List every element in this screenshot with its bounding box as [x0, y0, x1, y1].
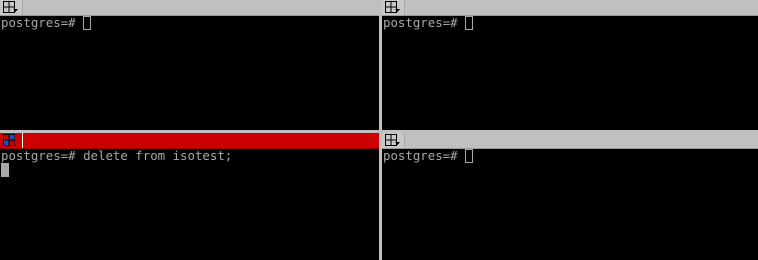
shell-prompt: postgres=#: [383, 148, 466, 163]
pane-menu-icon: [385, 1, 400, 13]
terminal-line: postgres=# delete from isotest;: [1, 149, 379, 163]
shell-prompt: postgres=#: [1, 148, 84, 163]
terminal-output[interactable]: postgres=#: [382, 16, 758, 30]
terminal-pane-top-left[interactable]: postgres=#: [0, 0, 379, 130]
pane-titlebar-active[interactable]: [0, 133, 379, 149]
terminal-pane-bottom-left[interactable]: postgres=# delete from isotest;: [0, 133, 379, 260]
shell-prompt: postgres=#: [383, 15, 466, 30]
terminal-multiplexer-window: postgres=# postgres=# postgres=# delete …: [0, 0, 758, 260]
shell-prompt: postgres=#: [1, 15, 84, 30]
command-input: delete from isotest;: [83, 148, 233, 163]
pane-menu-icon: [385, 134, 400, 146]
text-cursor: [465, 149, 474, 163]
pane-titlebar[interactable]: [382, 133, 758, 149]
terminal-output[interactable]: postgres=#: [0, 16, 379, 30]
pane-menu-button[interactable]: [382, 133, 405, 148]
terminal-line: postgres=#: [383, 149, 758, 163]
terminal-line: postgres=#: [1, 16, 379, 30]
pane-menu-button[interactable]: [0, 0, 23, 15]
terminal-pane-bottom-right[interactable]: postgres=#: [382, 133, 758, 260]
pane-titlebar[interactable]: [382, 0, 758, 16]
text-cursor: [465, 16, 474, 30]
pane-menu-icon: [3, 134, 15, 146]
terminal-line: postgres=#: [383, 16, 758, 30]
text-cursor: [83, 16, 92, 30]
terminal-line: [1, 163, 379, 177]
terminal-output[interactable]: postgres=#: [382, 149, 758, 163]
pane-titlebar[interactable]: [0, 0, 379, 16]
text-cursor: [1, 163, 9, 177]
pane-menu-button[interactable]: [0, 133, 23, 148]
pane-menu-button[interactable]: [382, 0, 405, 15]
pane-menu-icon: [3, 1, 18, 13]
terminal-output[interactable]: postgres=# delete from isotest;: [0, 149, 379, 177]
terminal-pane-top-right[interactable]: postgres=#: [382, 0, 758, 130]
